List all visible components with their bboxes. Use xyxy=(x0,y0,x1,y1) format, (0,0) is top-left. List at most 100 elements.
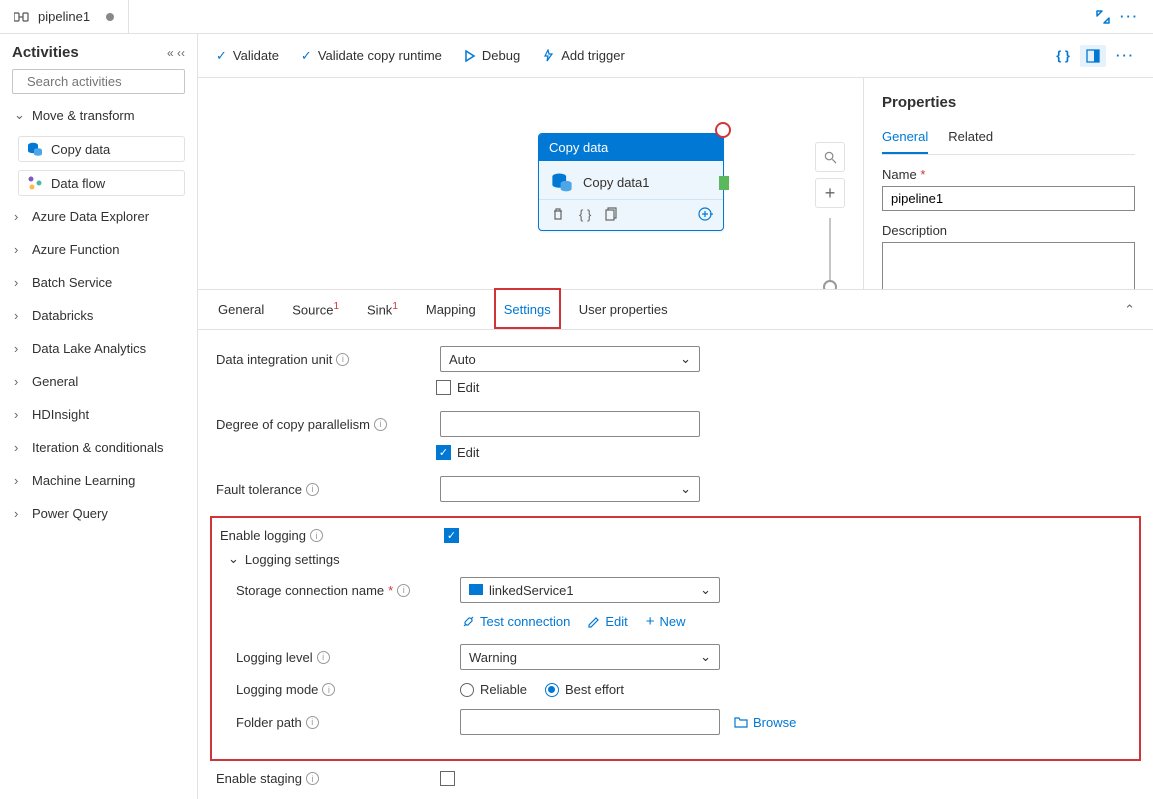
add-output-icon[interactable] xyxy=(697,206,713,222)
add-trigger-button[interactable]: Add trigger xyxy=(542,48,625,63)
properties-toggle-icon[interactable] xyxy=(1080,45,1106,67)
edit-ls-button[interactable]: Edit xyxy=(588,613,627,630)
tab-mapping[interactable]: Mapping xyxy=(424,292,478,327)
parallelism-edit-checkbox[interactable]: ✓ xyxy=(436,445,451,460)
logging-mode-reliable-radio[interactable]: Reliable xyxy=(460,682,527,697)
sidebar-item-azure-function[interactable]: ›Azure Function xyxy=(12,237,185,262)
search-input[interactable] xyxy=(12,69,185,94)
sidebar-item-label: Move & transform xyxy=(32,108,135,123)
logging-mode-besteffort-radio[interactable]: Best effort xyxy=(545,682,624,697)
sidebar-item-move-transform[interactable]: ⌄ Move & transform xyxy=(12,102,185,128)
sidebar-item-ade[interactable]: ›Azure Data Explorer xyxy=(12,204,185,229)
details-tabs: General Source1 Sink1 Mapping Settings U… xyxy=(198,290,1153,330)
activity-copy-data[interactable]: Copy data xyxy=(18,136,185,162)
info-icon[interactable]: i xyxy=(322,683,335,696)
logging-settings-toggle[interactable]: ⌄ Logging settings xyxy=(228,551,1131,567)
play-icon xyxy=(464,50,476,62)
enable-staging-label: Enable staging i xyxy=(216,771,426,786)
tab-related[interactable]: Related xyxy=(948,123,993,154)
folder-icon xyxy=(734,716,748,728)
info-icon[interactable]: i xyxy=(306,483,319,496)
sidebar-item-databricks[interactable]: ›Databricks xyxy=(12,303,185,328)
code-icon[interactable]: { } xyxy=(1056,48,1070,63)
zoom-slider[interactable] xyxy=(829,218,831,288)
chevron-down-icon: ⌄ xyxy=(228,551,239,567)
tab-sink[interactable]: Sink1 xyxy=(365,291,400,327)
sidebar-item-powerquery[interactable]: ›Power Query xyxy=(12,501,185,526)
logging-level-select[interactable]: Warning⌄ xyxy=(460,644,720,670)
new-ls-button[interactable]: + New xyxy=(646,613,686,630)
parallelism-label: Degree of copy parallelism i xyxy=(216,417,426,432)
validate-copy-button[interactable]: ✓Validate copy runtime xyxy=(301,48,442,64)
folder-path-input[interactable] xyxy=(460,709,720,735)
chevron-right-icon: › xyxy=(14,407,24,422)
link-label: New xyxy=(660,614,686,629)
search-field[interactable] xyxy=(27,74,198,89)
parallelism-edit-row: ✓ Edit xyxy=(436,445,1135,460)
copy-data-node[interactable]: Copy data Copy data1 { } xyxy=(538,133,724,231)
tab-general[interactable]: General xyxy=(882,123,928,154)
radio-unselected-icon xyxy=(460,683,474,697)
expand-icon[interactable] xyxy=(1096,9,1110,24)
sidebar-item-iteration[interactable]: ›Iteration & conditionals xyxy=(12,435,185,460)
info-icon[interactable]: i xyxy=(374,418,387,431)
tab-general-act[interactable]: General xyxy=(216,292,266,327)
diu-edit-checkbox[interactable] xyxy=(436,380,451,395)
chevron-down-icon: ⌄ xyxy=(700,582,711,598)
enable-staging-checkbox[interactable] xyxy=(440,771,455,786)
tab-source[interactable]: Source1 xyxy=(290,291,341,327)
code-icon[interactable]: { } xyxy=(579,207,591,222)
properties-title: Properties xyxy=(882,94,1135,111)
sidebar-item-dla[interactable]: ›Data Lake Analytics xyxy=(12,336,185,361)
more-toolbar-icon[interactable]: ··· xyxy=(1116,48,1135,63)
collapse-sidebar-icon[interactable]: « ‹‹ xyxy=(167,46,185,60)
sidebar-item-ml[interactable]: ›Machine Learning xyxy=(12,468,185,493)
zoom-thumb[interactable] xyxy=(823,280,837,289)
description-field[interactable] xyxy=(882,242,1135,289)
folder-path-label: Folder path i xyxy=(236,715,446,730)
tab-user-properties[interactable]: User properties xyxy=(577,292,670,327)
properties-panel: Properties General Related Name * Descri… xyxy=(863,78,1153,289)
collapse-details-icon[interactable]: ⌃ xyxy=(1124,302,1135,318)
chevron-down-icon: ⌄ xyxy=(680,481,691,497)
info-icon[interactable]: i xyxy=(317,651,330,664)
name-field[interactable] xyxy=(882,186,1135,211)
tab-settings[interactable]: Settings xyxy=(502,292,553,327)
plus-icon: + xyxy=(646,613,655,630)
parallelism-input[interactable] xyxy=(440,411,700,437)
canvas-search-icon[interactable] xyxy=(815,142,845,172)
activity-label: Data flow xyxy=(51,176,105,191)
chevron-right-icon: › xyxy=(14,473,24,488)
delete-icon[interactable] xyxy=(551,207,565,221)
browse-button[interactable]: Browse xyxy=(734,715,796,730)
info-icon[interactable]: i xyxy=(306,716,319,729)
more-icon[interactable]: ··· xyxy=(1120,9,1139,24)
fault-tolerance-label: Fault tolerance i xyxy=(216,482,426,497)
radio-selected-icon xyxy=(545,683,559,697)
activity-data-flow[interactable]: Data flow xyxy=(18,170,185,196)
diu-select[interactable]: Auto⌄ xyxy=(440,346,700,372)
test-connection-button[interactable]: Test connection xyxy=(462,613,570,630)
sidebar-item-hdinsight[interactable]: ›HDInsight xyxy=(12,402,185,427)
info-icon[interactable]: i xyxy=(397,584,410,597)
dataflow-icon xyxy=(27,175,43,191)
unsaved-dot-icon xyxy=(106,13,114,21)
node-connector[interactable] xyxy=(719,176,729,190)
sidebar-item-batch[interactable]: ›Batch Service xyxy=(12,270,185,295)
check-icon: ✓ xyxy=(216,48,227,64)
chevron-right-icon: › xyxy=(14,440,24,455)
enable-logging-checkbox[interactable]: ✓ xyxy=(444,528,459,543)
validate-button[interactable]: ✓Validate xyxy=(216,48,279,64)
pipeline-tab[interactable]: pipeline1 xyxy=(0,0,129,33)
pipeline-canvas[interactable]: Copy data Copy data1 { } xyxy=(198,78,863,289)
storage-conn-select[interactable]: linkedService1⌄ xyxy=(460,577,720,603)
info-icon[interactable]: i xyxy=(310,529,323,542)
debug-button[interactable]: Debug xyxy=(464,48,520,63)
fault-tolerance-select[interactable]: ⌄ xyxy=(440,476,700,502)
copy-icon[interactable] xyxy=(605,207,618,221)
zoom-in-icon[interactable]: + xyxy=(815,178,845,208)
sidebar-item-general[interactable]: ›General xyxy=(12,369,185,394)
info-icon[interactable]: i xyxy=(336,353,349,366)
pipeline-icon xyxy=(14,10,30,24)
info-icon[interactable]: i xyxy=(306,772,319,785)
